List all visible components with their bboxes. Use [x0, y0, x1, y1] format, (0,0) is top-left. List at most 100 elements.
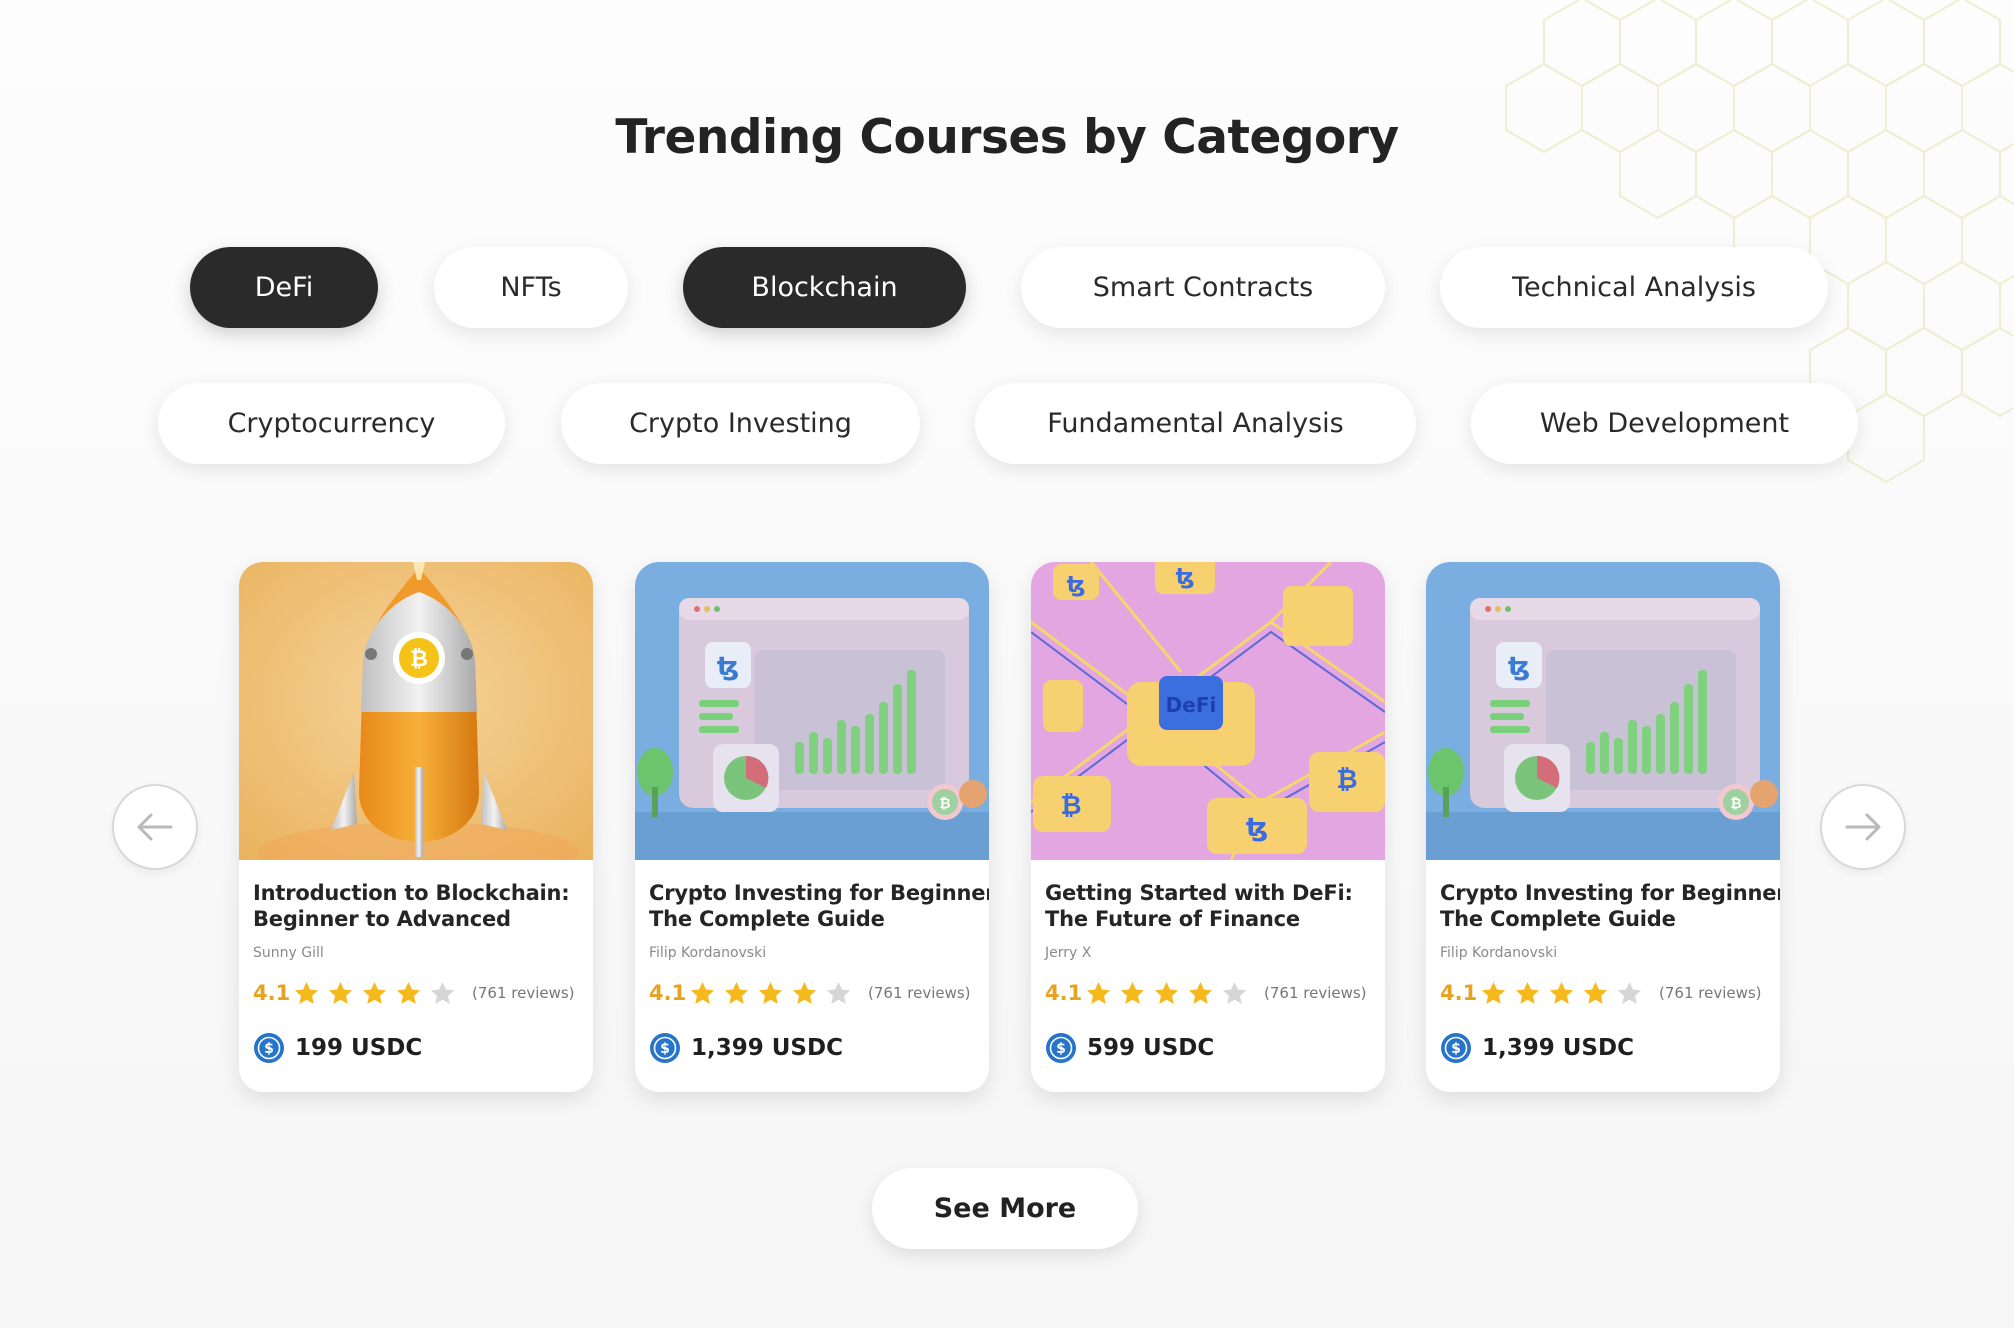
carousel-next-button[interactable]	[1820, 784, 1906, 870]
star-filled-icon	[758, 981, 783, 1004]
svg-text:₿: ₿	[1730, 796, 1741, 812]
star-filled-icon	[1120, 981, 1145, 1004]
review-count: (761 reviews)	[1659, 984, 1762, 1002]
course-rating: 4.1 (761 reviews)	[1440, 978, 1762, 1008]
course-price: $ 599 USDC	[1045, 1031, 1214, 1065]
star-filled-icon	[1086, 981, 1111, 1004]
star-filled-icon	[328, 981, 353, 1004]
review-count: (761 reviews)	[868, 984, 971, 1002]
svg-text:₿: ₿	[1060, 791, 1081, 821]
course-thumbnail-dashboard: ꜩ ₿	[1426, 562, 1780, 860]
star-filled-icon	[396, 981, 421, 1004]
star-filled-icon	[1549, 981, 1574, 1004]
page-title: Trending Courses by Category	[615, 110, 1399, 165]
usdc-coin-icon: $	[650, 1033, 680, 1063]
price-value: 1,399 USDC	[691, 1035, 843, 1061]
category-pill-fundamental-analysis[interactable]: Fundamental Analysis	[975, 383, 1416, 464]
course-title-line: Crypto Investing for Beginners:	[1440, 881, 1780, 905]
category-pill-smart-contracts[interactable]: Smart Contracts	[1021, 247, 1385, 328]
course-title[interactable]: Getting Started with DeFi: The Future of…	[1045, 880, 1379, 932]
star-filled-icon	[1583, 981, 1608, 1004]
svg-text:ꜩ: ꜩ	[1176, 565, 1195, 590]
course-card[interactable]: ꜩ ₿ Crypto Investing for Beginners: The …	[1426, 562, 1780, 1092]
course-author: Filip Kordanovski	[1440, 945, 1558, 961]
usdc-coin-icon: $	[254, 1033, 284, 1063]
course-rating: 4.1 (761 reviews)	[1045, 978, 1367, 1008]
star-empty-icon	[1222, 981, 1247, 1004]
price-value: 199 USDC	[295, 1035, 423, 1061]
course-card[interactable]: ꜩ ₿ Crypto Investing for Beginners: The …	[635, 562, 989, 1092]
see-more-button[interactable]: See More	[872, 1168, 1138, 1249]
rating-value: 4.1	[253, 981, 291, 1005]
price-value: 1,399 USDC	[1482, 1035, 1634, 1061]
course-title[interactable]: Crypto Investing for Beginners: The Comp…	[1440, 880, 1780, 932]
course-title[interactable]: Crypto Investing for Beginners: The Comp…	[649, 880, 989, 932]
arrow-left-icon	[137, 813, 173, 841]
svg-text:$: $	[1451, 1041, 1461, 1057]
star-filled-icon	[1515, 981, 1540, 1004]
svg-text:$: $	[1056, 1041, 1066, 1057]
star-filled-icon	[294, 981, 319, 1004]
star-filled-icon	[792, 981, 817, 1004]
star-filled-icon	[1154, 981, 1179, 1004]
star-filled-icon	[1188, 981, 1213, 1004]
star-empty-icon	[1617, 981, 1642, 1004]
carousel-prev-button[interactable]	[112, 784, 198, 870]
rating-value: 4.1	[649, 981, 687, 1005]
star-rating	[689, 980, 852, 1007]
category-pill-web-development[interactable]: Web Development	[1471, 383, 1858, 464]
course-thumbnail-dashboard: ꜩ ₿	[635, 562, 989, 860]
svg-text:DeFi: DeFi	[1166, 693, 1217, 717]
category-pill-technical-analysis[interactable]: Technical Analysis	[1440, 247, 1828, 328]
course-author: Sunny Gill	[253, 945, 324, 961]
usdc-coin-icon: $	[1441, 1033, 1471, 1063]
category-pill-nfts[interactable]: NFTs	[434, 247, 628, 328]
svg-text:ꜩ: ꜩ	[1508, 652, 1530, 682]
star-filled-icon	[1481, 981, 1506, 1004]
course-price: $ 199 USDC	[253, 1031, 422, 1065]
svg-text:$: $	[660, 1041, 670, 1057]
course-rating: 4.1 (761 reviews)	[253, 978, 575, 1008]
svg-text:₿: ₿	[939, 796, 950, 812]
course-author: Filip Kordanovski	[649, 945, 767, 961]
course-thumbnail-rocket: ₿	[239, 562, 593, 860]
usdc-coin-icon: $	[1046, 1033, 1076, 1063]
category-pill-defi[interactable]: DeFi	[190, 247, 378, 328]
review-count: (761 reviews)	[1264, 984, 1367, 1002]
price-value: 599 USDC	[1087, 1035, 1215, 1061]
rating-value: 4.1	[1045, 981, 1083, 1005]
course-author: Jerry X	[1045, 945, 1092, 961]
star-empty-icon	[826, 981, 851, 1004]
category-pill-blockchain[interactable]: Blockchain	[683, 247, 966, 328]
rating-value: 4.1	[1440, 981, 1478, 1005]
course-title-line: Getting Started with DeFi:	[1045, 881, 1353, 905]
course-title-line: The Complete Guide	[649, 907, 885, 931]
star-empty-icon	[430, 981, 455, 1004]
course-card[interactable]: DeFi ꜩ ꜩ ₿ ꜩ ₿ Getting Started with DeFi…	[1031, 562, 1385, 1092]
course-title-line: Crypto Investing for Beginners:	[649, 881, 989, 905]
svg-text:ꜩ: ꜩ	[1246, 813, 1268, 843]
category-pill-cryptocurrency[interactable]: Cryptocurrency	[158, 383, 505, 464]
star-rating	[1085, 980, 1248, 1007]
course-card[interactable]: ₿ Introduction to Blockchain: Beginner t…	[239, 562, 593, 1092]
course-price: $ 1,399 USDC	[1440, 1031, 1634, 1065]
course-title-line: Beginner to Advanced	[253, 907, 511, 931]
review-count: (761 reviews)	[472, 984, 575, 1002]
svg-text:$: $	[264, 1041, 274, 1057]
star-filled-icon	[724, 981, 749, 1004]
course-title[interactable]: Introduction to Blockchain: Beginner to …	[253, 880, 587, 932]
svg-text:ꜩ: ꜩ	[1067, 573, 1086, 598]
star-filled-icon	[690, 981, 715, 1004]
svg-text:₿: ₿	[410, 647, 428, 672]
course-thumbnail-defi: DeFi ꜩ ꜩ ₿ ꜩ ₿	[1031, 562, 1385, 860]
course-rating: 4.1 (761 reviews)	[649, 978, 971, 1008]
arrow-right-icon	[1845, 813, 1881, 841]
category-pill-crypto-investing[interactable]: Crypto Investing	[561, 383, 920, 464]
course-title-line: The Future of Finance	[1045, 907, 1300, 931]
course-price: $ 1,399 USDC	[649, 1031, 843, 1065]
svg-text:ꜩ: ꜩ	[717, 652, 739, 682]
course-title-line: Introduction to Blockchain:	[253, 881, 570, 905]
star-filled-icon	[362, 981, 387, 1004]
star-rating	[293, 980, 456, 1007]
svg-text:₿: ₿	[1336, 765, 1357, 795]
